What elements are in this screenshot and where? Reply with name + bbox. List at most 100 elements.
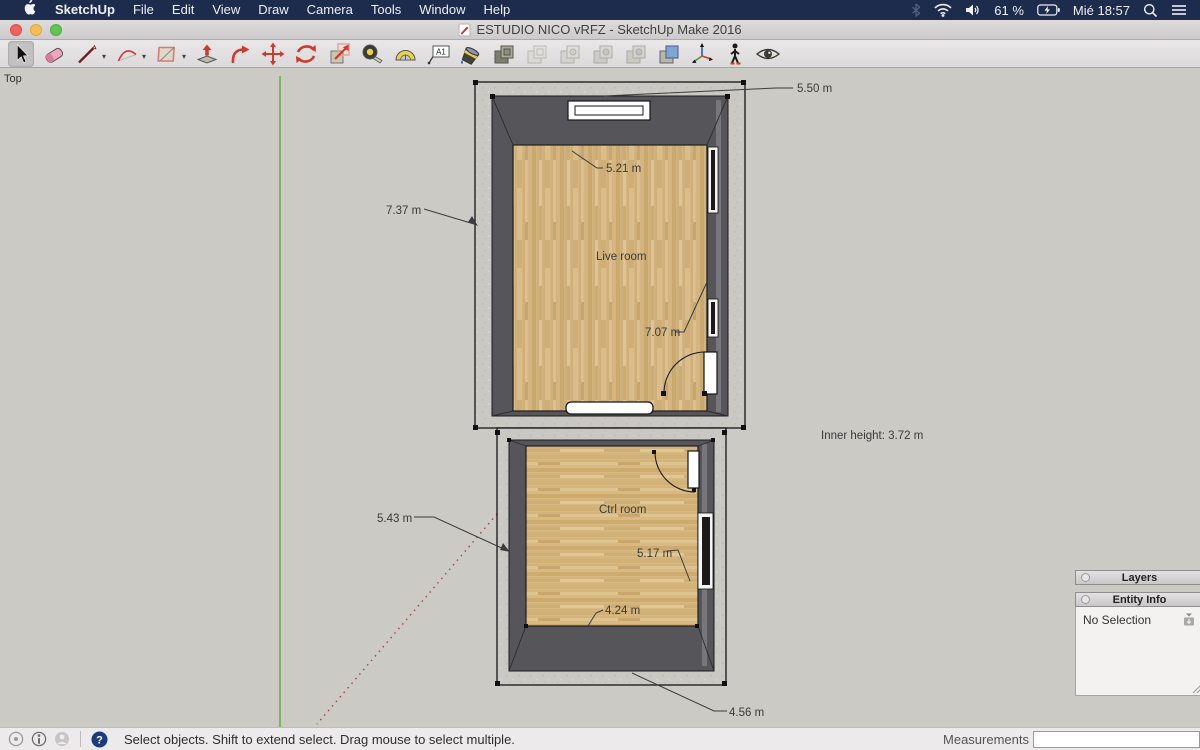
ctrl-room-wall-window: [698, 513, 713, 589]
status-hint: Select objects. Shift to extend select. …: [124, 732, 515, 747]
document-icon: [458, 23, 471, 37]
measurements-input[interactable]: [1033, 731, 1200, 748]
macos-menu-bar: SketchUp File Edit View Draw Camera Tool…: [0, 0, 1200, 20]
arc-icon: [115, 42, 139, 66]
window-title-bar: ESTUDIO NICO vRFZ - SketchUp Make 2016: [0, 20, 1200, 40]
walk-tool-button[interactable]: [722, 41, 748, 67]
entity-info-body: No Selection: [1075, 607, 1200, 696]
tape-measure-tool-button[interactable]: [359, 41, 385, 67]
paint-bucket-icon: [459, 42, 483, 66]
menu-window[interactable]: Window: [410, 0, 474, 20]
follow-me-tool-button[interactable]: [227, 41, 253, 67]
walk-icon: [723, 42, 747, 66]
rectangle-icon: [155, 42, 179, 66]
menu-help[interactable]: Help: [474, 0, 519, 20]
layers-panel-header[interactable]: Layers: [1075, 570, 1200, 585]
panel-resize-grip[interactable]: [1191, 683, 1200, 693]
line-tool-button[interactable]: [74, 41, 100, 67]
menu-sketchup[interactable]: SketchUp: [46, 0, 124, 20]
close-window-button[interactable]: [10, 24, 22, 36]
eye-icon: [755, 42, 781, 66]
line-tool-dropdown[interactable]: ▾: [102, 52, 106, 61]
volume-icon[interactable]: [962, 3, 984, 17]
menu-camera[interactable]: Camera: [298, 0, 362, 20]
zoom-window-button[interactable]: [50, 24, 62, 36]
dimension-label[interactable]: 4.24 m: [605, 605, 640, 617]
push-pull-tool-button[interactable]: [194, 41, 220, 67]
hidden-line-icon: [558, 42, 582, 66]
dimension-label[interactable]: 4.56 m: [729, 707, 764, 719]
hidden-line-style-button[interactable]: [557, 41, 583, 67]
dimension-label[interactable]: 5.21 m: [606, 163, 641, 175]
geolocation-icon[interactable]: [8, 731, 24, 747]
apple-menu[interactable]: [14, 0, 46, 21]
bluetooth-icon[interactable]: [908, 3, 924, 17]
entity-info-panel: Entity Info No Selection: [1075, 592, 1200, 696]
battery-percent: 61 %: [991, 3, 1027, 18]
room-label-live[interactable]: Live room: [596, 251, 647, 263]
move-tool-button[interactable]: [260, 41, 286, 67]
drawing-canvas[interactable]: Top: [0, 68, 1200, 727]
menu-edit[interactable]: Edit: [163, 0, 203, 20]
shaded-textures-style-button[interactable]: [623, 41, 649, 67]
menu-tools[interactable]: Tools: [362, 0, 410, 20]
scale-icon: [327, 42, 351, 66]
arc-tool-dropdown[interactable]: ▾: [142, 52, 146, 61]
arc-tool-button[interactable]: [114, 41, 140, 67]
live-room-top-window[interactable]: [568, 101, 650, 120]
monochrome-style-button[interactable]: [656, 41, 682, 67]
battery-icon: [1034, 4, 1063, 16]
layers-panel: Layers: [1075, 570, 1200, 585]
text-icon: A1: [425, 42, 451, 66]
eraser-tool-button[interactable]: [41, 41, 67, 67]
help-icon[interactable]: ?: [91, 731, 108, 748]
shaded-style-button[interactable]: [590, 41, 616, 67]
inner-height-annotation[interactable]: Inner height: 3.72 m: [821, 430, 923, 442]
entity-selection-status: No Selection: [1083, 613, 1151, 627]
dimension-label[interactable]: 5.43 m: [377, 513, 412, 525]
paint-bucket-tool-button[interactable]: [458, 41, 484, 67]
entity-info-panel-header[interactable]: Entity Info: [1075, 592, 1200, 607]
eraser-icon: [42, 42, 66, 66]
rectangle-tool-button[interactable]: [154, 41, 180, 67]
wireframe-style-button[interactable]: [524, 41, 550, 67]
x-ray-icon: [492, 42, 516, 66]
ctrl-room-block[interactable]: [497, 428, 726, 685]
ctrl-room-floor[interactable]: [526, 446, 698, 626]
rectangle-tool-dropdown[interactable]: ▾: [182, 52, 186, 61]
rotate-icon: [294, 42, 318, 66]
select-tool-button[interactable]: [8, 41, 34, 67]
dimension-label[interactable]: 5.50 m: [797, 83, 832, 95]
dimension-label[interactable]: 7.07 m: [645, 327, 680, 339]
text-tool-button[interactable]: A1: [425, 41, 451, 67]
layers-panel-title: Layers: [1076, 572, 1200, 584]
scale-tool-button[interactable]: [326, 41, 352, 67]
entity-info-panel-title: Entity Info: [1076, 594, 1200, 606]
entity-details-toggle-icon[interactable]: [1182, 612, 1196, 627]
menu-draw[interactable]: Draw: [249, 0, 297, 20]
dimension-label[interactable]: 7.37 m: [386, 205, 421, 217]
rotate-tool-button[interactable]: [293, 41, 319, 67]
x-ray-style-button[interactable]: [491, 41, 517, 67]
menu-clock[interactable]: Mié 18:57: [1070, 3, 1133, 18]
room-label-ctrl[interactable]: Ctrl room: [599, 504, 646, 516]
look-around-tool-button[interactable]: [755, 41, 781, 67]
apple-icon: [23, 0, 37, 15]
live-room-floor[interactable]: [513, 145, 707, 411]
wireframe-icon: [525, 42, 549, 66]
axes-tool-button[interactable]: [689, 41, 715, 67]
wifi-icon[interactable]: [931, 3, 955, 17]
follow-me-icon: [228, 42, 252, 66]
spotlight-icon[interactable]: [1140, 3, 1161, 18]
menu-file[interactable]: File: [124, 0, 163, 20]
notification-center-icon[interactable]: [1168, 4, 1190, 16]
credits-icon[interactable]: [31, 731, 47, 747]
minimize-window-button[interactable]: [30, 24, 42, 36]
monochrome-icon: [657, 42, 681, 66]
svg-text:?: ?: [96, 734, 103, 746]
protractor-tool-button[interactable]: [392, 41, 418, 67]
dimension-label[interactable]: 5.17 m: [637, 548, 672, 560]
protractor-icon: [393, 42, 417, 66]
sign-in-icon[interactable]: [54, 731, 70, 747]
menu-view[interactable]: View: [203, 0, 249, 20]
